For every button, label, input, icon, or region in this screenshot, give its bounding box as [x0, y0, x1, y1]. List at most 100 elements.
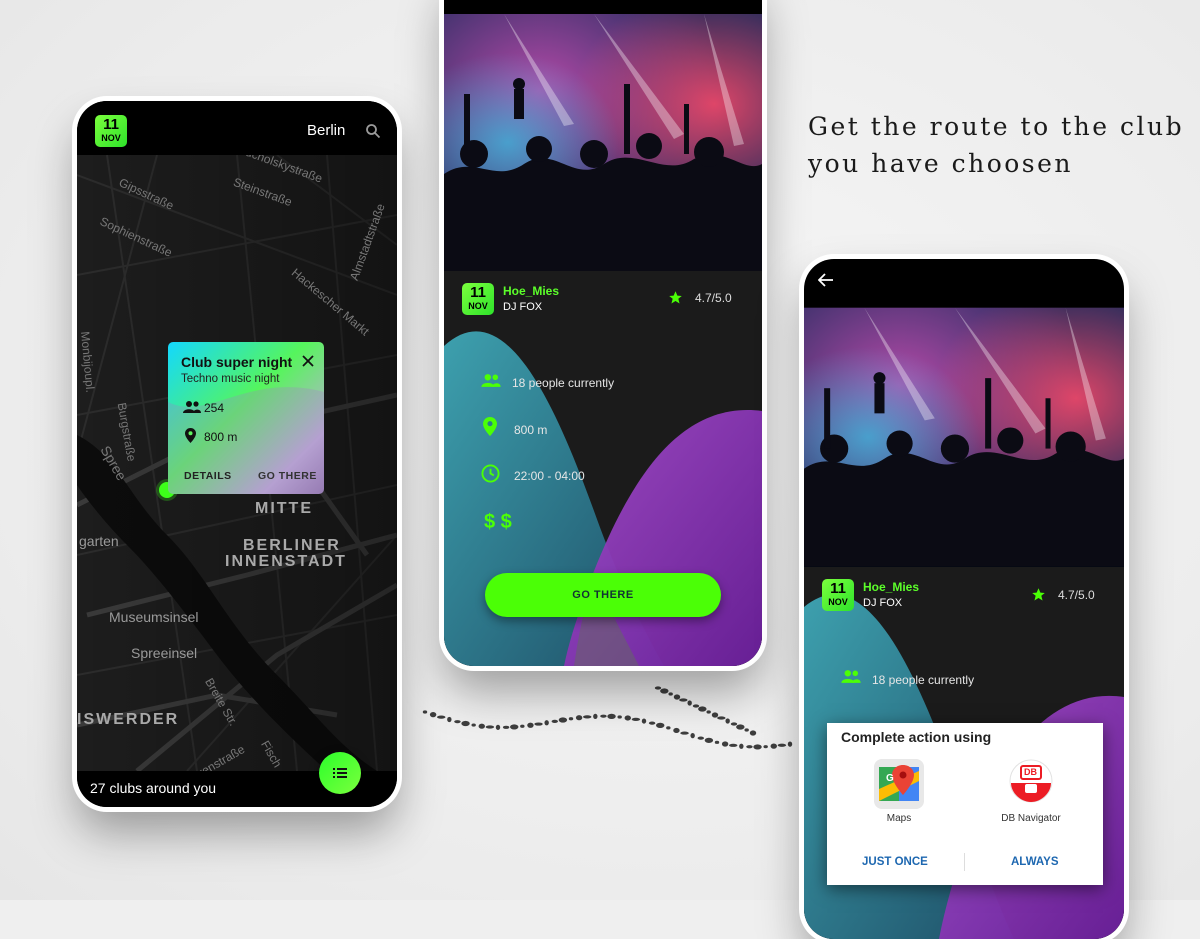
google-maps-icon: G	[874, 759, 924, 809]
people-count: 18 people currently	[512, 376, 615, 390]
route-dot	[749, 730, 757, 736]
route-dot	[746, 745, 753, 749]
route-dot	[787, 741, 793, 747]
route-dot	[502, 725, 510, 729]
db-navigator-app-label: DB Navigator	[1001, 813, 1061, 824]
route-dot	[729, 743, 738, 747]
map-phone: 11 NOV Berlin Tucholskystraße Gipsstraße…	[77, 101, 397, 807]
route-dot	[697, 736, 704, 740]
list-button[interactable]	[319, 752, 361, 794]
detail-phone: 11 NOV Hoe_Mies DJ FOX 4.7/5.0 18 people…	[444, 0, 762, 666]
map-district-label: ISWERDER	[77, 711, 180, 728]
people-icon	[841, 670, 861, 683]
list-icon	[333, 768, 347, 778]
route-dot	[679, 698, 688, 702]
db-navigator-app-option[interactable]: DB DB Navigator	[997, 759, 1065, 824]
city-label[interactable]: Berlin	[307, 122, 345, 139]
route-dot	[422, 710, 428, 714]
route-dot	[495, 724, 501, 730]
route-dot	[673, 694, 681, 700]
venue-name[interactable]: Hoe_Mies	[503, 284, 559, 298]
map-district-label: MITTE	[255, 500, 313, 517]
route-dot	[687, 700, 692, 706]
db-navigator-icon	[1009, 759, 1053, 803]
maps-app-label: Maps	[886, 813, 912, 824]
route-dot	[704, 737, 714, 743]
people-icon	[183, 401, 201, 413]
route-dot	[736, 724, 745, 730]
route-dot	[717, 716, 726, 720]
route-dot	[777, 743, 787, 747]
map-place-label: Spreeinsel	[131, 645, 198, 661]
club-popup[interactable]: Club super night Techno music night 254 …	[168, 342, 324, 494]
db-logo-text: DB	[1024, 767, 1037, 777]
concert-photo	[804, 307, 1124, 567]
route-dot	[763, 745, 768, 749]
route-dot	[654, 686, 662, 690]
route-dot	[721, 741, 729, 747]
popup-distance: 800 m	[204, 430, 238, 444]
route-dot	[770, 743, 777, 749]
location-marker-icon	[185, 428, 196, 443]
date-month: NOV	[468, 301, 488, 311]
clubs-count-text: 27 clubs around you	[90, 780, 217, 796]
concert-photo	[444, 14, 762, 271]
dialog-divider	[964, 853, 965, 871]
route-dot	[739, 743, 744, 749]
always-button[interactable]: ALWAYS	[1011, 856, 1059, 868]
popup-subtitle: Techno music night	[181, 373, 280, 385]
route-dot	[454, 720, 461, 724]
route-dot	[692, 704, 700, 708]
route-dot	[711, 712, 719, 718]
date-day: 11	[830, 580, 846, 597]
route-dot	[631, 717, 641, 721]
go-there-button[interactable]: GO THERE	[258, 470, 317, 482]
route-phone: 11 NOV Hoe_Mies DJ FOX 4.7/5.0 18 people…	[804, 259, 1124, 939]
people-count: 18 people currently	[872, 673, 975, 687]
tagline-line-1: Get the route to the club	[808, 112, 1185, 141]
distance-value: 800 m	[514, 423, 548, 437]
date-day: 11	[103, 116, 119, 133]
date-month: NOV	[828, 597, 848, 607]
route-dot	[510, 724, 519, 730]
date-badge: 11 NOV	[95, 115, 127, 147]
tagline: Get the route to the club you have choos…	[808, 108, 1184, 182]
route-dot	[568, 717, 574, 721]
route-dot	[730, 722, 738, 726]
rating-value: 4.7/5.0	[695, 291, 732, 305]
date-day: 11	[470, 284, 486, 301]
route-dot	[617, 715, 622, 719]
just-once-button[interactable]: JUST ONCE	[862, 856, 928, 868]
venue-name[interactable]: Hoe_Mies	[863, 580, 919, 594]
route-dot	[624, 715, 631, 721]
close-icon[interactable]	[302, 355, 314, 367]
route-dot	[437, 715, 446, 719]
route-dot	[698, 706, 707, 712]
concert-image	[804, 307, 1124, 567]
route-dot	[660, 688, 669, 694]
dark-map[interactable]: Tucholskystraße Gipsstraße Steinstraße S…	[77, 155, 397, 771]
route-dot	[429, 712, 437, 718]
route-dot	[534, 722, 543, 726]
star-icon	[1032, 588, 1045, 601]
details-button[interactable]: DETAILS	[184, 470, 232, 482]
dialog-title: Complete action using	[841, 729, 992, 745]
route-dot	[593, 713, 598, 719]
search-icon[interactable]	[365, 123, 381, 139]
route-dot	[583, 715, 592, 719]
back-arrow-icon[interactable]	[818, 273, 834, 287]
svg-text:G: G	[886, 773, 894, 784]
maps-app-option[interactable]: G Maps	[873, 759, 925, 824]
route-dot	[648, 721, 656, 725]
route-dot	[478, 723, 485, 729]
route-dot	[607, 713, 616, 719]
route-dot	[551, 719, 558, 723]
route-dot	[558, 717, 568, 723]
route-dot	[690, 733, 695, 739]
route-dot	[706, 710, 711, 714]
go-there-button[interactable]: GO THERE	[485, 573, 721, 617]
location-marker-icon	[483, 417, 497, 436]
route-dot	[544, 720, 549, 726]
route-dot	[527, 722, 534, 728]
concert-image	[444, 14, 762, 271]
